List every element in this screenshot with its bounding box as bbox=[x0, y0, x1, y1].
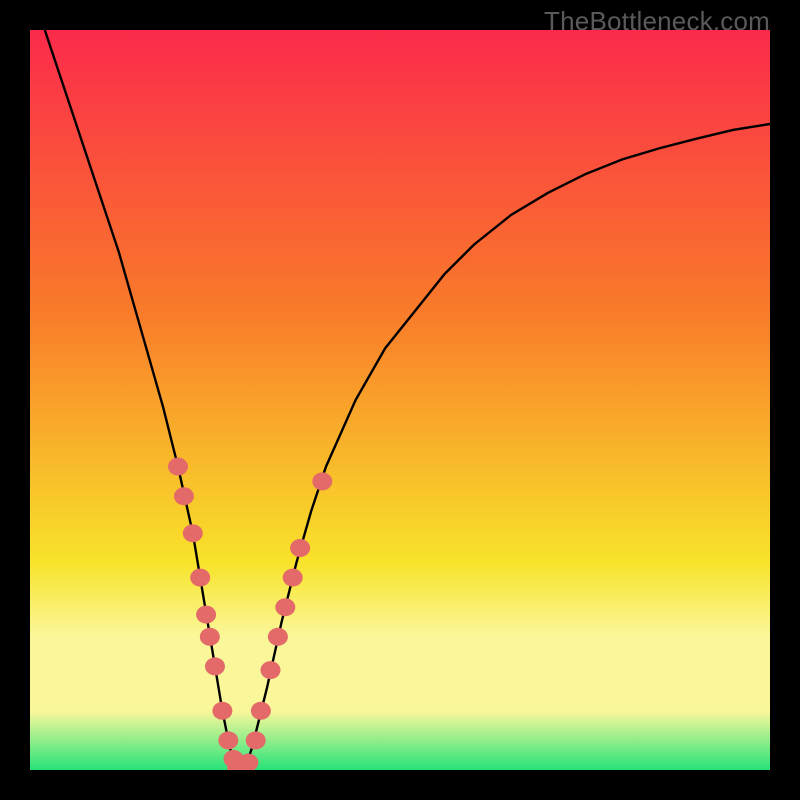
data-marker bbox=[261, 661, 281, 679]
data-marker bbox=[268, 628, 288, 646]
chart-svg bbox=[30, 30, 770, 770]
data-marker bbox=[283, 569, 303, 587]
data-marker bbox=[251, 702, 271, 720]
gradient-background bbox=[30, 30, 770, 770]
data-marker bbox=[290, 539, 310, 557]
data-marker bbox=[205, 657, 225, 675]
data-marker bbox=[246, 731, 266, 749]
data-marker bbox=[212, 702, 232, 720]
data-marker bbox=[168, 458, 188, 476]
plot-area bbox=[30, 30, 770, 770]
data-marker bbox=[200, 628, 220, 646]
data-marker bbox=[190, 569, 210, 587]
data-marker bbox=[275, 598, 295, 616]
data-marker bbox=[196, 606, 216, 624]
data-marker bbox=[174, 487, 194, 505]
data-marker bbox=[218, 731, 238, 749]
data-marker bbox=[183, 524, 203, 542]
data-marker bbox=[312, 472, 332, 490]
chart-frame: TheBottleneck.com bbox=[0, 0, 800, 800]
